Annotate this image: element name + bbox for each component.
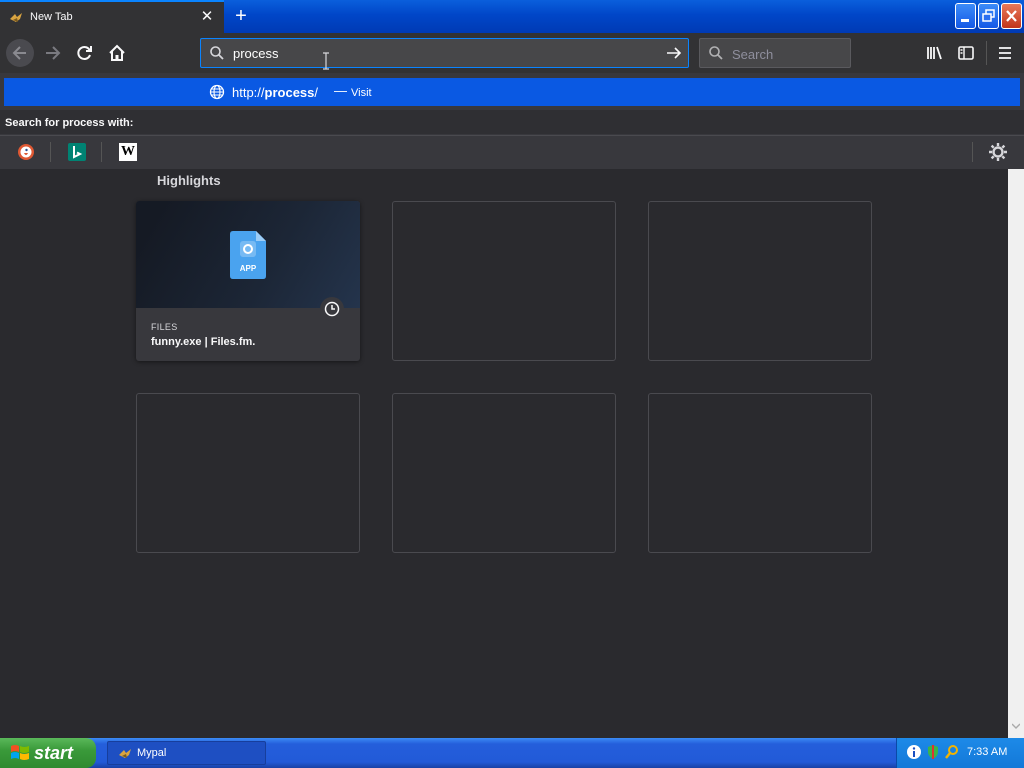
suggestion-separator: — <box>334 83 347 98</box>
navigation-toolbar: process Search <box>0 33 1024 73</box>
search-icon <box>709 46 723 60</box>
close-tab-icon[interactable]: ✕ <box>198 8 216 26</box>
new-tab-button[interactable]: + <box>230 5 252 27</box>
library-button[interactable] <box>920 39 948 67</box>
mypal-icon <box>10 13 22 22</box>
engine-separator <box>101 142 102 162</box>
card-source: FILES <box>151 322 178 332</box>
close-icon <box>1006 10 1017 22</box>
sidebar-icon <box>958 46 974 60</box>
reload-icon <box>77 46 92 60</box>
empty-highlight-card <box>392 201 616 361</box>
forward-button[interactable] <box>39 39 67 67</box>
minimize-button[interactable] <box>955 3 976 29</box>
restore-icon <box>982 9 995 22</box>
search-input[interactable]: Search <box>732 47 773 62</box>
card-thumbnail: APP <box>136 201 360 321</box>
search-icon <box>210 46 224 60</box>
reload-button[interactable] <box>71 39 99 67</box>
suggestion-row-visit[interactable]: http://process/ — Visit <box>4 78 1020 106</box>
app-file-icon: APP <box>230 231 266 279</box>
search-bar[interactable]: Search <box>699 38 851 68</box>
back-arrow-icon <box>12 46 26 60</box>
duckduckgo-icon[interactable] <box>17 143 35 161</box>
highlights-title: Highlights <box>157 173 221 188</box>
taskbar-item-label: Mypal <box>137 747 167 759</box>
engine-separator <box>50 142 51 162</box>
hamburger-menu-icon <box>999 47 1011 59</box>
engine-separator <box>972 142 973 162</box>
card-title: funny.exe | Files.fm. <box>151 336 256 348</box>
empty-highlight-card <box>136 393 360 553</box>
text-cursor-icon <box>323 52 329 70</box>
security-shield-icon[interactable] <box>925 744 941 760</box>
menu-button[interactable] <box>991 39 1019 67</box>
url-input[interactable]: process <box>233 46 279 61</box>
tab-new-tab[interactable]: New Tab ✕ <box>0 0 224 33</box>
url-host: process <box>264 85 315 100</box>
page-scrollbar[interactable] <box>1008 169 1024 738</box>
empty-highlight-card <box>392 393 616 553</box>
mypal-icon <box>119 749 131 758</box>
windows-taskbar: start Mypal 7:33 AM <box>0 738 1024 768</box>
url-bar[interactable]: process <box>200 38 689 70</box>
system-tray: 7:33 AM <box>896 738 1024 768</box>
suggestion-url: http://process/ <box>232 85 318 100</box>
start-label: start <box>34 743 74 763</box>
sidebar-button[interactable] <box>952 39 980 67</box>
start-button[interactable]: start <box>0 738 96 768</box>
one-off-search-engines: W <box>0 135 1024 167</box>
restore-button[interactable] <box>978 3 999 29</box>
close-window-button[interactable] <box>1001 3 1022 29</box>
back-button[interactable] <box>6 39 34 67</box>
library-icon <box>927 46 942 60</box>
toolbar-separator <box>986 41 987 65</box>
search-with-label: Search for process with: <box>5 117 134 129</box>
tab-title: New Tab <box>30 11 73 23</box>
wikipedia-icon[interactable]: W <box>119 143 137 161</box>
bing-icon[interactable] <box>68 143 86 161</box>
taskbar-item-mypal[interactable]: Mypal <box>107 741 266 765</box>
forward-arrow-icon <box>46 46 61 60</box>
url-scheme: http:// <box>232 85 265 100</box>
home-icon <box>109 44 125 61</box>
clock-icon <box>320 297 344 321</box>
title-bar: New Tab ✕ + <box>0 0 1024 33</box>
home-button[interactable] <box>103 39 131 67</box>
suggestion-action: Visit <box>351 87 372 99</box>
globe-icon <box>209 84 225 100</box>
info-icon[interactable] <box>906 744 922 760</box>
search-with-header: Search for process with: <box>0 110 1024 134</box>
new-tab-page: Highlights APP FILES funny.exe | Files.f… <box>0 169 1008 738</box>
url-slash: / <box>314 85 319 100</box>
empty-highlight-card <box>648 393 872 553</box>
minimize-icon <box>961 19 969 22</box>
clock-time: 7:33 AM <box>967 746 1008 758</box>
scroll-down-arrow-icon[interactable] <box>1012 722 1020 730</box>
url-suggestion-popup: http://process/ — Visit Search for proce… <box>0 73 1024 169</box>
go-arrow-icon[interactable] <box>666 45 682 61</box>
empty-highlight-card <box>648 201 872 361</box>
magnifier-icon[interactable] <box>944 744 960 760</box>
search-settings-gear-icon[interactable] <box>988 142 1008 162</box>
app-icon-label: APP <box>240 264 257 273</box>
highlight-card[interactable]: APP FILES funny.exe | Files.fm. <box>136 201 360 361</box>
windows-logo-icon <box>11 745 29 760</box>
